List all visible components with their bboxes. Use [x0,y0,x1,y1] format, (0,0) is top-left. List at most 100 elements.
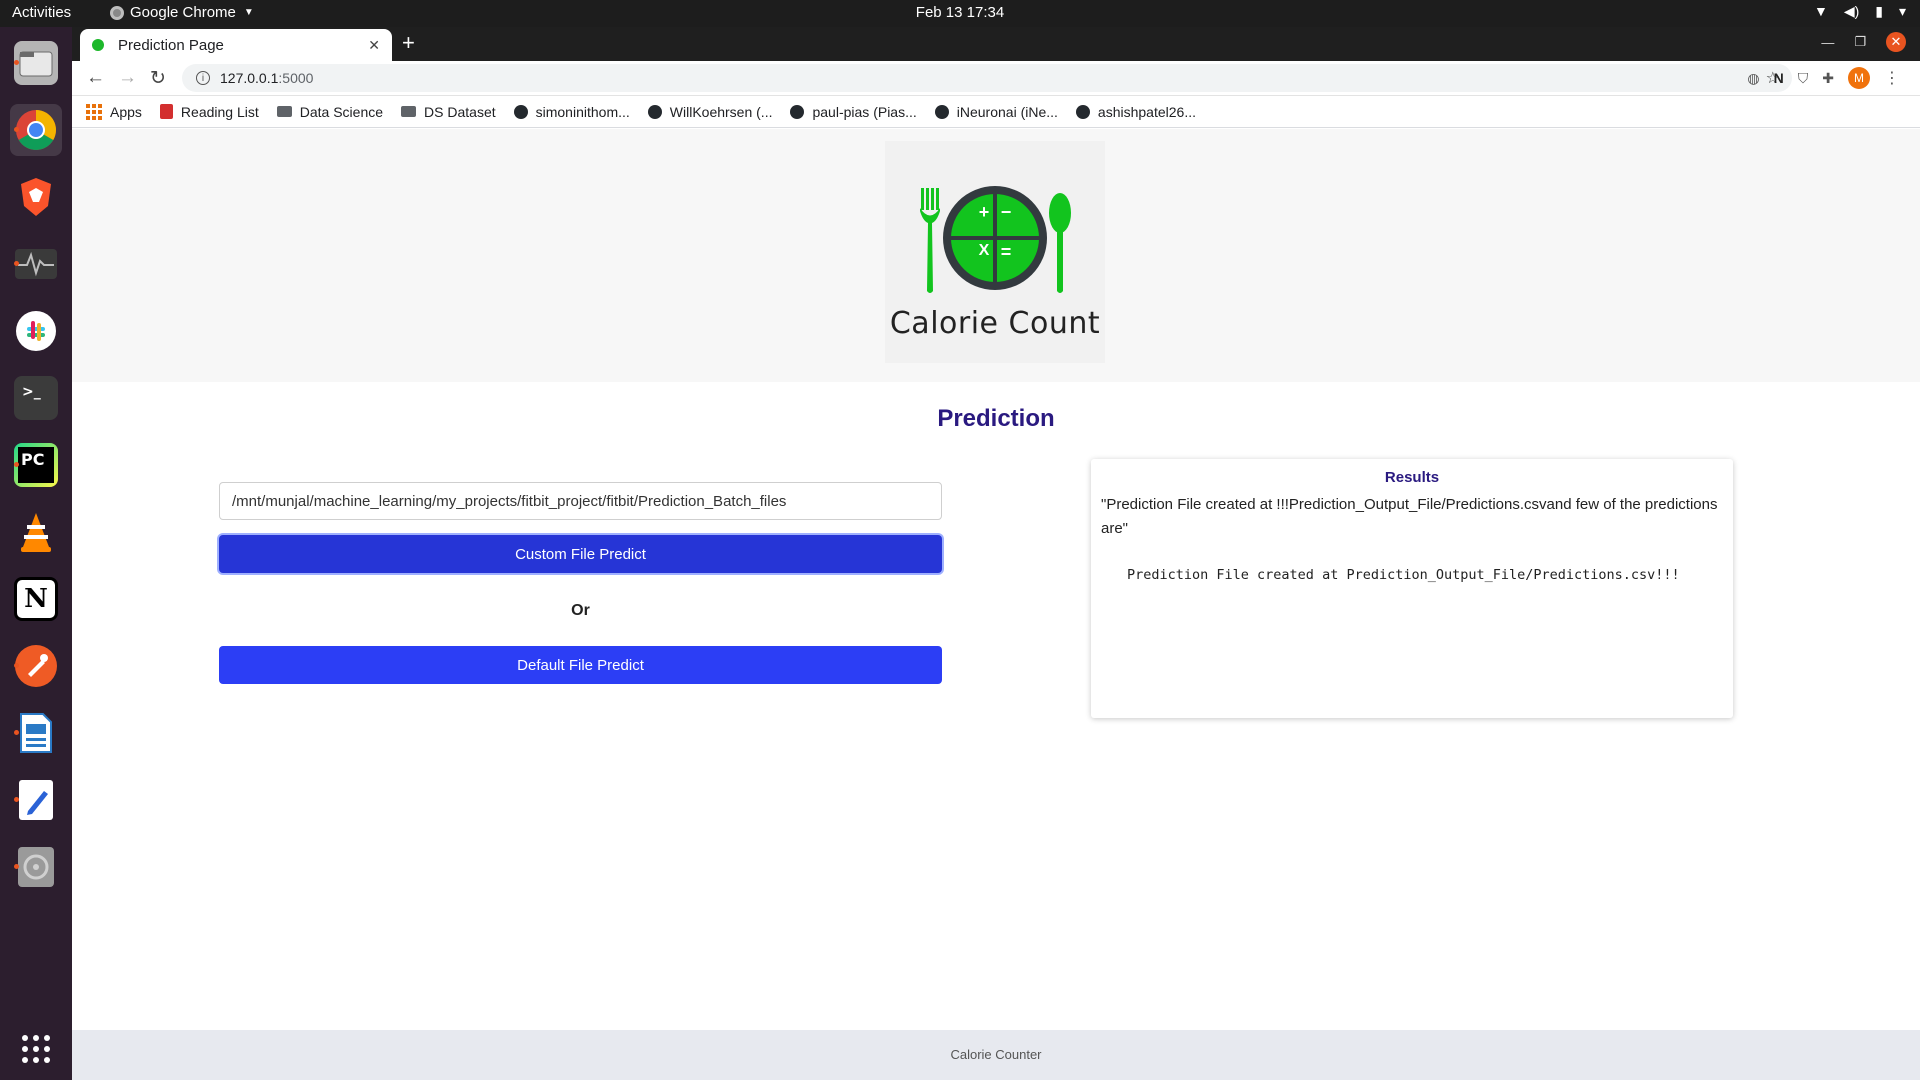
bookmarks-bar: Apps Reading List Data Science DS Datase… [72,96,1920,128]
bookmark-label: simoninithom... [535,103,630,120]
bookmark-label: Apps [110,103,142,120]
github-icon [647,104,662,119]
new-tab-button[interactable]: + [402,31,415,55]
restore-icon[interactable]: ❐ [1854,34,1866,50]
running-indicator [14,60,19,65]
kebab-menu-icon[interactable]: ⋮ [1884,68,1900,88]
dock-slack[interactable] [10,305,62,357]
notion-extension-icon[interactable]: N [1774,70,1784,86]
github-icon [513,104,528,119]
close-window-icon[interactable]: ✕ [1886,32,1906,52]
tab-title: Prediction Page [118,36,224,54]
reload-icon[interactable]: ↻ [150,67,166,90]
forward-icon[interactable]: → [118,67,137,89]
dock-disk[interactable] [10,841,62,893]
bookmark-github-2[interactable]: WillKoehrsen (... [647,103,773,120]
logo-text: Calorie Count [889,306,1101,341]
bookmark-label: iNeuronai (iNe... [956,103,1058,120]
puzzle-icon[interactable]: ✚ [1822,70,1834,87]
libreoffice-writer-icon [20,713,52,753]
results-detail: Prediction File created at Prediction_Ou… [1127,567,1680,583]
app-name: Google Chrome [130,4,236,21]
bookmark-apps[interactable]: Apps [86,103,142,120]
bookmark-reading-list[interactable]: Reading List [159,103,259,120]
dock-libreoffice-writer[interactable] [10,707,62,759]
running-indicator [14,261,19,266]
dock-system-monitor[interactable] [10,238,62,290]
clock[interactable]: Feb 13 17:34 [0,4,1920,21]
file-path-input[interactable] [219,482,942,520]
bookmark-github-5[interactable]: ashishpatel26... [1075,104,1196,120]
app-menu[interactable]: Google Chrome ▼ [110,4,254,21]
url-port: :5000 [278,70,314,86]
terminal-icon: >_ [14,376,58,420]
chevron-down-icon: ▼ [243,7,254,18]
vlc-icon [21,513,51,552]
tab-prediction-page[interactable]: Prediction Page ✕ [80,29,392,61]
chrome-icon [16,110,56,150]
dock-vlc[interactable] [10,506,62,558]
bookmark-label: paul-pias (Pias... [812,103,917,120]
or-separator: Or [571,602,590,619]
bookmark-github-1[interactable]: simoninithom... [513,103,630,120]
dock-brave[interactable] [10,171,62,223]
pycharm-icon: PC [14,443,58,487]
window-controls: — ❐ ✕ [1821,32,1906,52]
fork-icon [920,188,940,293]
bookmark-label: Reading List [180,103,259,120]
system-tray[interactable]: ▼ ◀) ▮ ▾ [1814,3,1906,20]
github-icon [790,104,805,119]
postman-icon [15,645,57,687]
github-icon [1075,104,1090,119]
dock-pycharm[interactable]: PC [10,439,62,491]
bookmark-github-3[interactable]: paul-pias (Pias... [790,103,917,120]
github-icon [934,104,949,119]
bookmark-data-science[interactable]: Data Science [276,104,383,120]
bookmark-ds-dataset[interactable]: DS Dataset [401,104,496,120]
dock-text-editor[interactable] [10,774,62,826]
running-indicator [14,864,19,869]
page-footer: Calorie Counter [72,1030,1920,1080]
reading-list-icon [159,104,173,119]
dock-postman[interactable] [10,640,62,692]
calorie-count-logo: + − X = Calorie Count [885,141,1105,363]
dock-chrome[interactable] [10,104,62,156]
page-title: Prediction [937,405,1055,432]
plus-symbol: + [978,202,990,222]
dock-files[interactable] [10,37,62,89]
system-monitor-icon [15,249,57,279]
dock-terminal[interactable]: >_ [10,372,62,424]
bookmark-label: DS Dataset [424,103,496,120]
battery-icon: ▮ [1875,3,1883,19]
bookmark-github-4[interactable]: iNeuronai (iNe... [934,103,1058,120]
running-indicator [14,730,19,735]
custom-file-predict-button[interactable]: Custom File Predict [219,535,942,573]
close-tab-icon[interactable]: ✕ [368,37,380,54]
show-applications-button[interactable] [10,1023,62,1075]
dock-notion[interactable]: N [10,573,62,625]
bookmark-label: WillKoehrsen (... [669,103,773,120]
results-panel: Results "Prediction File created at !!!P… [1091,459,1733,718]
text-editor-icon [19,780,53,820]
shield-icon[interactable]: ⛉ [1798,70,1809,87]
logo-graphic [920,186,1071,293]
notion-icon: N [14,577,58,621]
results-message: "Prediction File created at !!!Predictio… [1101,496,1718,537]
page-header: + − X = Calorie Count [72,129,1920,382]
activities-button[interactable]: Activities [12,4,71,21]
profile-avatar[interactable]: M [1848,67,1870,89]
default-file-predict-button[interactable]: Default File Predict [219,646,942,684]
running-indicator [14,797,19,802]
extension-icon[interactable]: ◍ [1747,70,1759,87]
apps-grid-icon [86,103,102,120]
minimize-icon[interactable]: — [1821,35,1834,50]
chrome-icon [110,5,124,20]
system-top-bar: Activities Google Chrome ▼ Feb 13 17:34 … [0,0,1920,27]
address-bar[interactable]: i 127.0.0.1:5000 ☆ [182,64,1792,92]
web-page: + − X = Calorie Count Prediction Custom … [72,129,1920,1080]
slack-icon [16,311,56,351]
equals-symbol: = [1000,242,1012,262]
times-symbol: X [978,242,990,259]
back-icon[interactable]: ← [86,67,105,89]
site-info-icon[interactable]: i [196,71,210,85]
